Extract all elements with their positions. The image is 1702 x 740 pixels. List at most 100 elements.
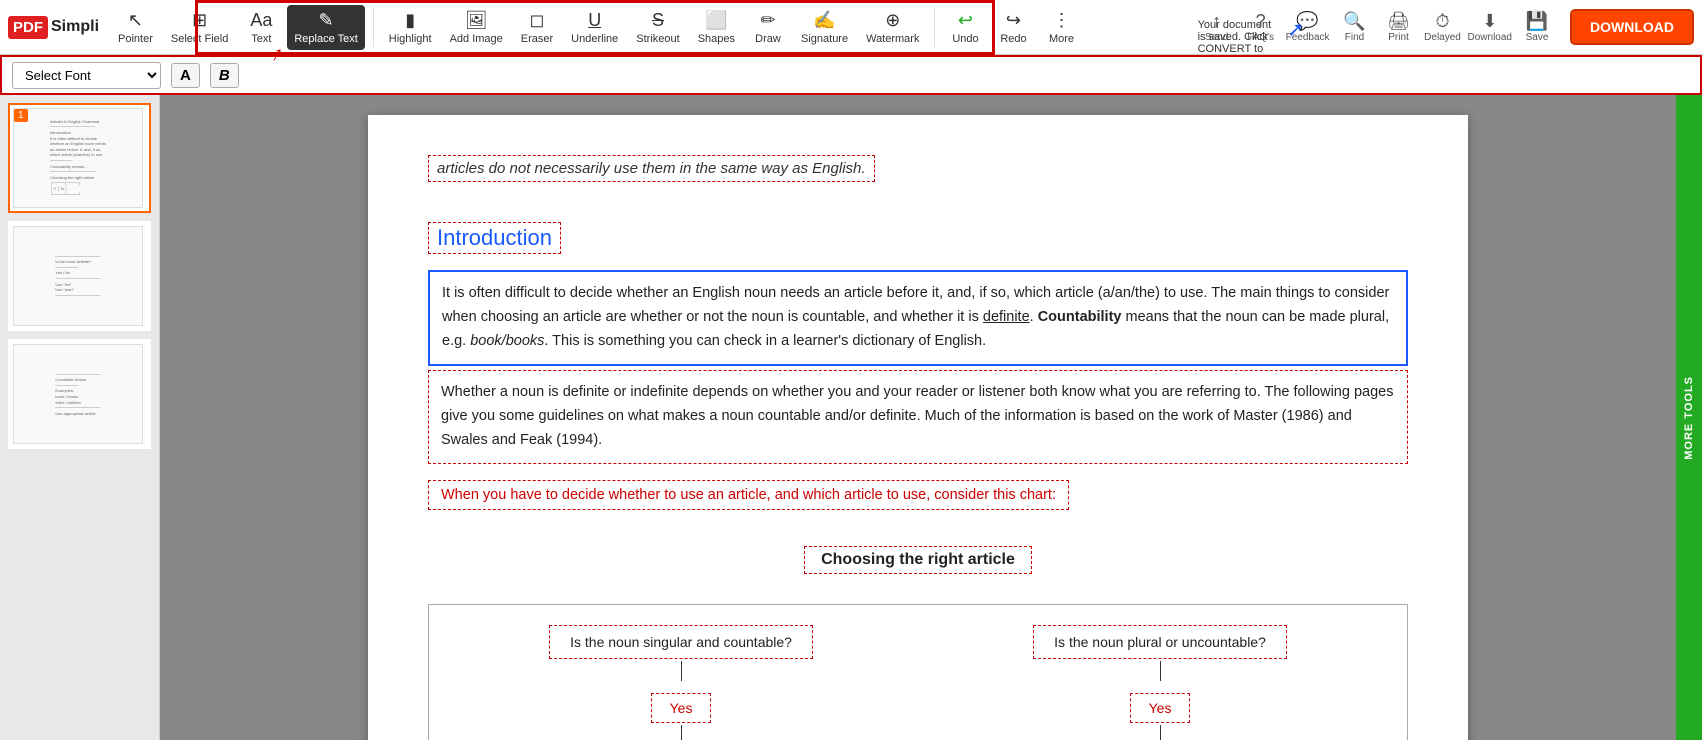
logo-simpli: Simpli	[51, 18, 99, 36]
toolbar-highlight[interactable]: ▮ Highlight	[382, 5, 439, 50]
print-icon: 🖨	[1387, 11, 1410, 32]
toolbar-signature[interactable]: ✍ Signature	[794, 5, 855, 50]
undo-icon: ↩	[958, 10, 973, 31]
pointer-icon: ↖	[128, 10, 143, 31]
page-thumb-3[interactable]: ──────────────── Countable Nouns ───────…	[8, 339, 151, 449]
page-thumb-1[interactable]: 1 Articles in English Grammar ──────────…	[8, 103, 151, 213]
toolbar-select-field[interactable]: ⊞ Select Field	[164, 5, 235, 50]
signature-label: Signature	[801, 33, 848, 45]
replace-text-label: Replace Text	[294, 33, 357, 45]
toolbar-delayed[interactable]: ⏱ Delayed	[1424, 11, 1462, 43]
toolbar-eraser[interactable]: ◻ Eraser	[514, 5, 560, 50]
toolbar-undo[interactable]: ↩ Undo	[943, 5, 987, 50]
main-text-definite: definite	[983, 309, 1030, 325]
flowchart-question-2: Is the noun plural or uncountable?	[1033, 625, 1287, 659]
download-button[interactable]: DOWNLOAD	[1570, 9, 1694, 45]
chart-title-wrapper: Choosing the right article	[428, 546, 1408, 594]
pdf-page: articles do not necessarily use them in …	[368, 115, 1468, 740]
toolbar-add-image[interactable]: 🖼 Add Image	[443, 5, 510, 50]
signature-icon: ✍	[813, 10, 835, 31]
toolbar-download2[interactable]: ⬇ Download	[1468, 11, 1512, 43]
header: PDF Simpli ↖ Pointer ⊞ Select Field Aa T…	[0, 0, 1702, 55]
download2-label: Download	[1468, 32, 1512, 43]
select-field-icon: ⊞	[192, 10, 207, 31]
delayed-label: Delayed	[1424, 32, 1461, 43]
toolbar-save[interactable]: 💾 Save	[1518, 11, 1556, 43]
chart-title: Choosing the right article	[804, 546, 1032, 574]
logo: PDF Simpli	[8, 16, 99, 39]
highlight-icon: ▮	[405, 10, 415, 31]
toolbar-find[interactable]: 🔍 Find	[1336, 11, 1374, 43]
add-image-label: Add Image	[450, 33, 503, 45]
flowchart-line-2	[1160, 661, 1161, 681]
toolbar-divider-2	[934, 7, 935, 47]
page-thumb-2[interactable]: ──────────────── Is the noun definite? ─…	[8, 221, 151, 331]
replace-text-icon: ✎	[319, 10, 334, 31]
shapes-label: Shapes	[698, 33, 735, 45]
flowchart-answer-2: Yes	[1130, 693, 1191, 723]
flowchart-col-2: Is the noun plural or uncountable? Yes	[1033, 625, 1287, 740]
italic-header: articles do not necessarily use them in …	[428, 155, 875, 182]
underline-label: Underline	[571, 33, 618, 45]
toolbar-strikeout[interactable]: S Strikeout	[629, 5, 686, 50]
find-icon: 🔍	[1343, 11, 1365, 32]
strikeout-icon: S	[652, 10, 664, 31]
toolbar-replace-text[interactable]: ✎ Replace Text	[287, 5, 364, 50]
main-text-block: It is often difficult to decide whether …	[428, 270, 1408, 366]
pointer-label: Pointer	[118, 33, 153, 45]
highlight-label: Highlight	[389, 33, 432, 45]
chart-intro: When you have to decide whether to use a…	[428, 480, 1069, 510]
sub-toolbar: ↑ Select Font Arial Times New Roman Cour…	[0, 55, 1702, 95]
flowchart: Is the noun singular and countable? Yes …	[428, 604, 1408, 740]
eraser-label: Eraser	[521, 33, 553, 45]
shapes-icon: ⬜	[705, 10, 727, 31]
main-area: 1 Articles in English Grammar ──────────…	[0, 95, 1702, 740]
toolbar-shapes[interactable]: ⬜ Shapes	[691, 5, 742, 50]
toolbar-print[interactable]: 🖨 Print	[1380, 11, 1418, 43]
content-area[interactable]: articles do not necessarily use them in …	[160, 95, 1676, 740]
toolbar-draw[interactable]: ✏ Draw	[746, 5, 790, 50]
italic-header-wrapper: articles do not necessarily use them in …	[428, 155, 1408, 202]
thumb-image-1: Articles in English Grammar ────────────…	[13, 108, 143, 208]
redo-icon: ↪	[1006, 10, 1021, 31]
toolbar-underline[interactable]: U Underline	[564, 5, 625, 50]
toolbar-watermark[interactable]: ⊕ Watermark	[859, 5, 926, 50]
thumb-image-3: ──────────────── Countable Nouns ───────…	[13, 344, 143, 444]
bold-button[interactable]: A	[171, 63, 200, 88]
draw-label: Draw	[755, 33, 781, 45]
undo-label: Undo	[952, 33, 978, 45]
toolbar-redo[interactable]: ↪ Redo	[991, 5, 1035, 50]
add-image-icon: 🖼	[465, 10, 488, 31]
blue-arrow-icon: ➚	[1287, 17, 1304, 42]
save-icon: 💾	[1526, 11, 1548, 32]
more-label: More	[1049, 33, 1074, 45]
text-label: Text	[251, 33, 271, 45]
dashed-text-block: Whether a noun is definite or indefinite…	[428, 370, 1408, 464]
watermark-icon: ⊕	[885, 10, 900, 31]
more-tools-label[interactable]: MORE TOOLS	[1683, 376, 1695, 460]
chart-intro-wrapper: When you have to decide whether to use a…	[428, 480, 1408, 530]
more-tools-panel[interactable]: MORE TOOLS	[1676, 95, 1702, 740]
toolbar-divider-1	[373, 7, 374, 47]
right-toolbar: Your document is saved. Click CONVERT to…	[1198, 9, 1694, 45]
more-icon: ⋮	[1052, 10, 1070, 31]
page-number-1: 1	[14, 109, 28, 122]
flowchart-line-2b	[1160, 725, 1161, 740]
thumb-content-2: ──────────────── Is the noun definite? ─…	[51, 250, 104, 303]
intro-heading: Introduction	[428, 222, 561, 254]
save-label: Save	[1526, 32, 1549, 43]
font-select[interactable]: Select Font Arial Times New Roman Courie…	[12, 62, 161, 89]
thumb-content-1: Articles in English Grammar ────────────…	[46, 115, 110, 201]
text-icon: Aa	[250, 10, 272, 31]
italic-button[interactable]: B	[210, 63, 239, 88]
thumb-content-3: ──────────────── Countable Nouns ───────…	[51, 368, 104, 421]
flowchart-question-1: Is the noun singular and countable?	[549, 625, 813, 659]
flowchart-questions-row: Is the noun singular and countable? Yes …	[459, 625, 1377, 740]
redo-label: Redo	[1000, 33, 1026, 45]
toolbar-pointer[interactable]: ↖ Pointer	[111, 5, 160, 50]
left-panel: 1 Articles in English Grammar ──────────…	[0, 95, 160, 740]
toolbar-more[interactable]: ⋮ More	[1039, 5, 1083, 50]
flowchart-answer-1: Yes	[651, 693, 712, 723]
flowchart-line-1b	[681, 725, 682, 740]
logo-pdf: PDF	[8, 16, 48, 39]
